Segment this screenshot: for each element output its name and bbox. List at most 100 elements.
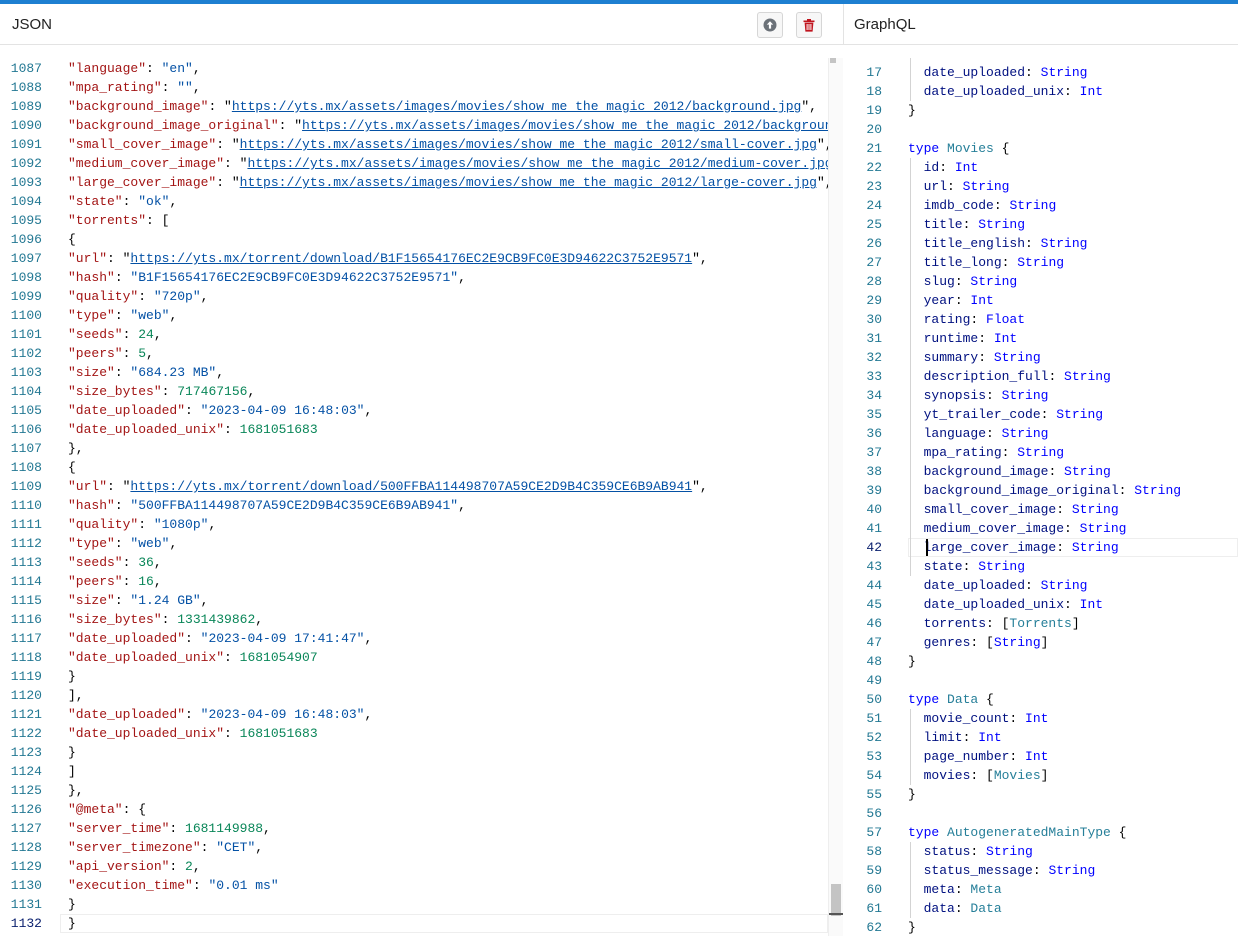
graphql-code-line[interactable]: 19} [844,101,1238,120]
delete-button[interactable] [796,12,822,38]
json-code-line[interactable]: 1094 "state": "ok", [0,192,828,211]
graphql-code-line[interactable]: 29 year: Int [844,291,1238,310]
graphql-code-line[interactable]: 40 small_cover_image: String [844,500,1238,519]
graphql-code-line[interactable]: 18 date_uploaded_unix: Int [844,82,1238,101]
json-code-line[interactable]: 1126 "@meta": { [0,800,828,819]
json-code-line[interactable]: 1104 "size_bytes": 717467156, [0,382,828,401]
graphql-code-line[interactable]: 41 medium_cover_image: String [844,519,1238,538]
json-code-line[interactable]: 1124] [0,762,828,781]
json-code-line[interactable]: 1092 "medium_cover_image": "https://yts.m… [0,154,828,173]
json-code-line[interactable]: 1088 "mpa_rating": "", [0,78,828,97]
graphql-code-line[interactable]: 44 date_uploaded: String [844,576,1238,595]
graphql-code-line[interactable]: 49 [844,671,1238,690]
graphql-code-line[interactable]: 32 summary: String [844,348,1238,367]
graphql-code-line[interactable]: 35 yt_trailer_code: String [844,405,1238,424]
graphql-code-line[interactable]: 34 synopsis: String [844,386,1238,405]
json-code-line[interactable]: 1093 "large_cover_image": "https://yts.mx… [0,173,828,192]
graphql-code-line[interactable]: 30 rating: Float [844,310,1238,329]
json-editor-scrollbar[interactable] [828,58,843,936]
json-code-line[interactable]: 1123} [0,743,828,762]
json-code-line[interactable]: 1129 "api_version": 2, [0,857,828,876]
json-code-line[interactable]: 1095 "torrents": [ [0,211,828,230]
json-code-line[interactable]: 1112 "type": "web", [0,534,828,553]
json-code-line[interactable]: 1117 "date_uploaded": "2023-04-09 17:41:4… [0,629,828,648]
graphql-code-line[interactable]: 48} [844,652,1238,671]
upload-button[interactable] [757,12,783,38]
json-code-line[interactable]: 1106 "date_uploaded_unix": 1681051683 [0,420,828,439]
json-code-line[interactable]: 1118 "date_uploaded_unix": 1681054907 [0,648,828,667]
graphql-code-line[interactable]: 56 [844,804,1238,823]
graphql-code-line[interactable]: 39 background_image_original: String [844,481,1238,500]
json-code-line[interactable]: 1113 "seeds": 36, [0,553,828,572]
graphql-code-line[interactable]: 17 date_uploaded: String [844,63,1238,82]
graphql-code-line[interactable]: 23 url: String [844,177,1238,196]
graphql-code-line[interactable]: 22 id: Int [844,158,1238,177]
graphql-code-line[interactable]: 26 title_english: String [844,234,1238,253]
json-code-line[interactable]: 1097 "url": "https://yts.mx/torrent/downl… [0,249,828,268]
code-token: ", [692,479,708,494]
json-code-line[interactable]: 1119} [0,667,828,686]
graphql-code-line[interactable]: 58 status: String [844,842,1238,861]
json-code-line[interactable]: 1096 { [0,230,828,249]
json-code-line[interactable]: 1125}, [0,781,828,800]
graphql-code-line[interactable]: 47 genres: [String] [844,633,1238,652]
graphql-code-line[interactable]: 38 background_image: String [844,462,1238,481]
json-code-line[interactable]: 1107}, [0,439,828,458]
graphql-code-line[interactable]: 37 mpa_rating: String [844,443,1238,462]
graphql-code-line[interactable]: 31 runtime: Int [844,329,1238,348]
code-token: , [153,574,162,589]
json-code-line[interactable]: 1115 "size": "1.24 GB", [0,591,828,610]
json-editor[interactable]: 1087 "language": "en", 1088 "mpa_rating": "… [0,58,828,936]
graphql-code-line[interactable]: 25 title: String [844,215,1238,234]
graphql-code-line[interactable]: 55} [844,785,1238,804]
json-code-line[interactable]: 1121 "date_uploaded": "2023-04-09 16:48:0… [0,705,828,724]
graphql-code-line[interactable]: 54 movies: [Movies] [844,766,1238,785]
graphql-code-line[interactable]: 45 date_uploaded_unix: Int [844,595,1238,614]
graphql-code-line[interactable]: 60 meta: Meta [844,880,1238,899]
json-code-line[interactable]: 1109 "url": "https://yts.mx/torrent/downl… [0,477,828,496]
graphql-code-line[interactable]: 59 status_message: String [844,861,1238,880]
json-code-line[interactable]: 1127 "server_time": 1681149988, [0,819,828,838]
json-code-line[interactable]: 1128 "server_timezone": "CET", [0,838,828,857]
json-code-line[interactable]: 1110 "hash": "500FFBA114498707A59CE2D9B4C… [0,496,828,515]
graphql-code-line[interactable]: 36 language: String [844,424,1238,443]
scrollbar-thumb[interactable] [831,884,841,916]
json-code-line[interactable]: 1122 "date_uploaded_unix": 1681051683 [0,724,828,743]
json-code-line[interactable]: 1120], [0,686,828,705]
json-code-line[interactable]: 1099 "quality": "720p", [0,287,828,306]
graphql-code-line[interactable]: 43 state: String [844,557,1238,576]
graphql-code-line[interactable]: 57 type AutogeneratedMainType { [844,823,1238,842]
graphql-code-line[interactable]: 42 large_cover_image: String [844,538,1238,557]
graphql-code-line[interactable]: 20 [844,120,1238,139]
graphql-code-line[interactable]: 33 description_full: String [844,367,1238,386]
json-code-line[interactable]: 1105 "date_uploaded": "2023-04-09 16:48:0… [0,401,828,420]
graphql-code-line[interactable]: 51 movie_count: Int [844,709,1238,728]
graphql-code-line[interactable]: 53 page_number: Int [844,747,1238,766]
json-code-line[interactable]: 1130 "execution_time": "0.01 ms" [0,876,828,895]
graphql-code-line[interactable]: 28 slug: String [844,272,1238,291]
json-code-line[interactable]: 1111 "quality": "1080p", [0,515,828,534]
graphql-code-line[interactable]: 62} [844,918,1238,936]
graphql-code-line[interactable]: 52 limit: Int [844,728,1238,747]
json-code-line[interactable]: 1100 "type": "web", [0,306,828,325]
graphql-code-line[interactable]: 24 imdb_code: String [844,196,1238,215]
json-code-line[interactable]: 1103 "size": "684.23 MB", [0,363,828,382]
graphql-code-line[interactable]: 27 title_long: String [844,253,1238,272]
graphql-code-line[interactable]: 46 torrents: [Torrents] [844,614,1238,633]
graphql-editor[interactable]: 17 date_uploaded: String 18 date_uploaded… [844,58,1238,936]
json-code-line[interactable]: 1132} [0,914,828,933]
json-code-line[interactable]: 1101 "seeds": 24, [0,325,828,344]
graphql-code-line[interactable]: 50 type Data { [844,690,1238,709]
graphql-code-line[interactable]: 61 data: Data [844,899,1238,918]
graphql-code-line[interactable]: 21 type Movies { [844,139,1238,158]
json-code-line[interactable]: 1087 "language": "en", [0,59,828,78]
json-code-line[interactable]: 1098 "hash": "B1F15654176EC2E9CB9FC0E3D94… [0,268,828,287]
json-code-line[interactable]: 1114 "peers": 16, [0,572,828,591]
json-code-line[interactable]: 1091 "small_cover_image": "https://yts.mx… [0,135,828,154]
json-code-line[interactable]: 1089 "background_image": "https://yts.mx/… [0,97,828,116]
json-code-line[interactable]: 1108 { [0,458,828,477]
json-code-line[interactable]: 1116 "size_bytes": 1331439862, [0,610,828,629]
json-code-line[interactable]: 1131} [0,895,828,914]
json-code-line[interactable]: 1090 "background_image_original": "https:… [0,116,828,135]
json-code-line[interactable]: 1102 "peers": 5, [0,344,828,363]
